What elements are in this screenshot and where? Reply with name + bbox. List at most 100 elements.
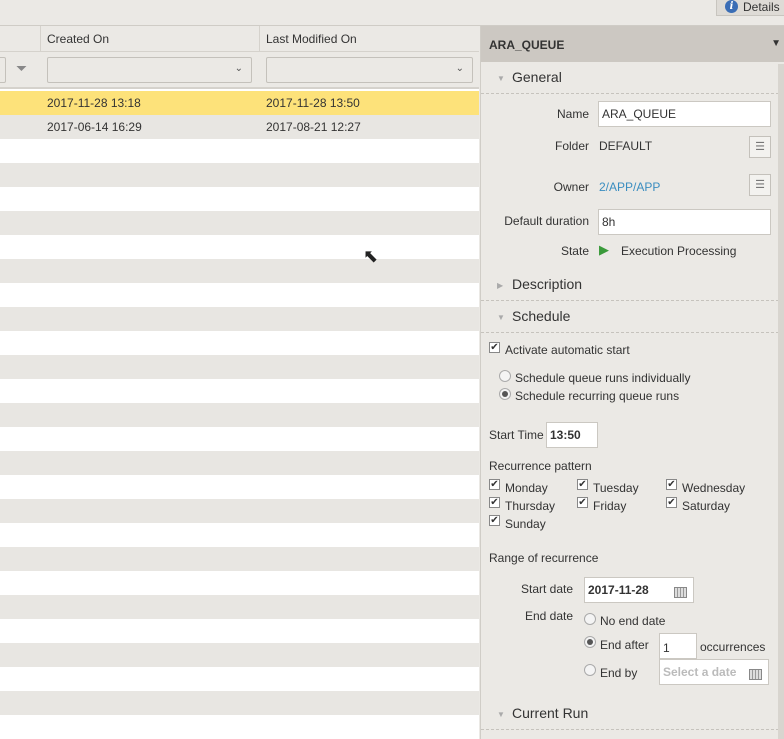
start-time-input[interactable]: 13:50	[546, 422, 598, 448]
column-header-created-on[interactable]: Created On	[41, 26, 260, 52]
section-title: Description	[512, 276, 583, 292]
table-row[interactable]	[0, 451, 479, 475]
state-label: State	[560, 244, 589, 258]
filter-icon[interactable]: ⏷	[16, 60, 27, 77]
start-time-label: Start Time	[489, 428, 544, 442]
day-checkbox-tuesday[interactable]: ✔	[577, 479, 588, 490]
day-checkbox-sunday[interactable]: ✔	[489, 515, 500, 526]
range-label: Range of recurrence	[489, 551, 599, 565]
section-general[interactable]: ▼ General	[481, 62, 779, 94]
expanded-icon: ▼	[497, 710, 505, 719]
radio-recurring-label: Schedule recurring queue runs	[515, 389, 680, 403]
details-button[interactable]: i Details	[716, 0, 784, 16]
table-row[interactable]	[0, 643, 479, 667]
day-checkbox-friday[interactable]: ✔	[577, 497, 588, 508]
radio-recurring[interactable]	[499, 388, 511, 400]
table-row[interactable]	[0, 595, 479, 619]
created-cell: 2017-06-14 16:29	[47, 120, 142, 134]
panel-header: ARA_QUEUE ▼	[481, 26, 784, 62]
duration-input[interactable]: 8h	[598, 209, 771, 235]
collapse-arrow-icon[interactable]: ▼	[771, 38, 781, 49]
chevron-down-icon: ⌄	[234, 63, 243, 74]
table-row[interactable]	[0, 307, 479, 331]
column-header-blank	[0, 26, 41, 52]
table-row[interactable]	[0, 691, 479, 715]
table-row[interactable]: 2017-06-14 16:29 2017-08-21 12:27	[0, 115, 479, 139]
folder-browse-button[interactable]: ☰	[749, 136, 771, 158]
radio-end-by[interactable]	[584, 664, 596, 676]
activate-checkbox[interactable]: ✔	[489, 342, 500, 353]
end-by-date-input[interactable]: Select a date	[659, 659, 769, 685]
duration-label: Default duration	[504, 214, 589, 228]
details-panel: ARA_QUEUE ▼ ▼ General Name ARA_QUEUE Fold…	[480, 26, 784, 739]
section-title: Schedule	[512, 308, 571, 324]
table-row[interactable]	[0, 403, 479, 427]
start-date-value: 2017-11-28	[588, 583, 649, 597]
section-schedule[interactable]: ▼ Schedule	[481, 301, 779, 333]
grid-body: 2017-11-28 13:18 2017-11-28 13:50 2017-06-…	[0, 91, 479, 739]
owner-browse-button[interactable]: ☰	[749, 174, 771, 196]
chevron-down-icon: ⌄	[455, 63, 464, 74]
folder-value: DEFAULT	[599, 139, 653, 153]
start-date-label: Start date	[521, 582, 574, 596]
day-checkbox-wednesday[interactable]: ✔	[666, 479, 677, 490]
owner-link[interactable]: 2/APP/APP	[599, 180, 660, 194]
table-row[interactable]	[0, 715, 479, 739]
table-row[interactable]	[0, 523, 479, 547]
radio-no-end[interactable]	[584, 613, 596, 625]
table-row[interactable]	[0, 571, 479, 595]
start-date-input[interactable]: 2017-11-28	[584, 577, 694, 603]
table-row[interactable]	[0, 475, 479, 499]
column-header-last-modified[interactable]: Last Modified On	[260, 26, 479, 52]
day-label: Thursday	[505, 499, 556, 513]
filter-input[interactable]	[0, 57, 6, 83]
created-cell: 2017-11-28 13:18	[47, 96, 141, 110]
header-label: Created On	[47, 32, 110, 46]
section-description[interactable]: ▶ Description	[481, 269, 779, 301]
table-row[interactable]	[0, 355, 479, 379]
day-label: Wednesday	[682, 481, 746, 495]
table-row[interactable]	[0, 235, 479, 259]
table-row[interactable]	[0, 163, 479, 187]
name-input[interactable]: ARA_QUEUE	[598, 101, 771, 127]
activate-label: Activate automatic start	[505, 343, 630, 357]
day-checkbox-monday[interactable]: ✔	[489, 479, 500, 490]
name-label: Name	[556, 107, 589, 121]
last-modified-filter-select[interactable]: ⌄	[266, 57, 473, 83]
details-label: Details	[743, 0, 780, 14]
end-after-label: End after	[600, 638, 649, 652]
occurrences-input[interactable]: 1	[659, 633, 697, 659]
section-title: Current Run	[512, 705, 589, 721]
radio-individual[interactable]	[499, 370, 511, 382]
section-current-run[interactable]: ▼ Current Run	[481, 698, 779, 730]
header-label: Last Modified On	[266, 32, 357, 46]
table-row[interactable]	[0, 379, 479, 403]
table-row[interactable]	[0, 331, 479, 355]
expanded-icon: ▼	[497, 313, 505, 322]
day-label: Friday	[593, 499, 627, 513]
table-row[interactable]	[0, 547, 479, 571]
created-on-filter-select[interactable]: ⌄	[47, 57, 252, 83]
day-checkbox-thursday[interactable]: ✔	[489, 497, 500, 508]
table-row[interactable]	[0, 427, 479, 451]
no-end-label: No end date	[600, 614, 666, 628]
calendar-icon[interactable]	[749, 669, 762, 680]
table-row[interactable]	[0, 619, 479, 643]
table-row[interactable]	[0, 283, 479, 307]
date-placeholder: Select a date	[663, 665, 737, 679]
calendar-icon[interactable]	[674, 587, 687, 598]
radio-end-after[interactable]	[584, 636, 596, 648]
table-row[interactable]	[0, 667, 479, 691]
table-row[interactable]	[0, 187, 479, 211]
table-row[interactable]	[0, 499, 479, 523]
table-row[interactable]	[0, 211, 479, 235]
modified-cell: 2017-08-21 12:27	[266, 120, 361, 134]
table-row[interactable]	[0, 259, 479, 283]
panel-scrollbar[interactable]	[778, 64, 784, 739]
day-label: Tuesday	[593, 481, 639, 495]
table-row[interactable]	[0, 139, 479, 163]
radio-individual-label: Schedule queue runs individually	[515, 371, 691, 385]
panel-title: ARA_QUEUE	[489, 38, 565, 52]
table-row[interactable]: 2017-11-28 13:18 2017-11-28 13:50	[0, 91, 479, 115]
day-checkbox-saturday[interactable]: ✔	[666, 497, 677, 508]
